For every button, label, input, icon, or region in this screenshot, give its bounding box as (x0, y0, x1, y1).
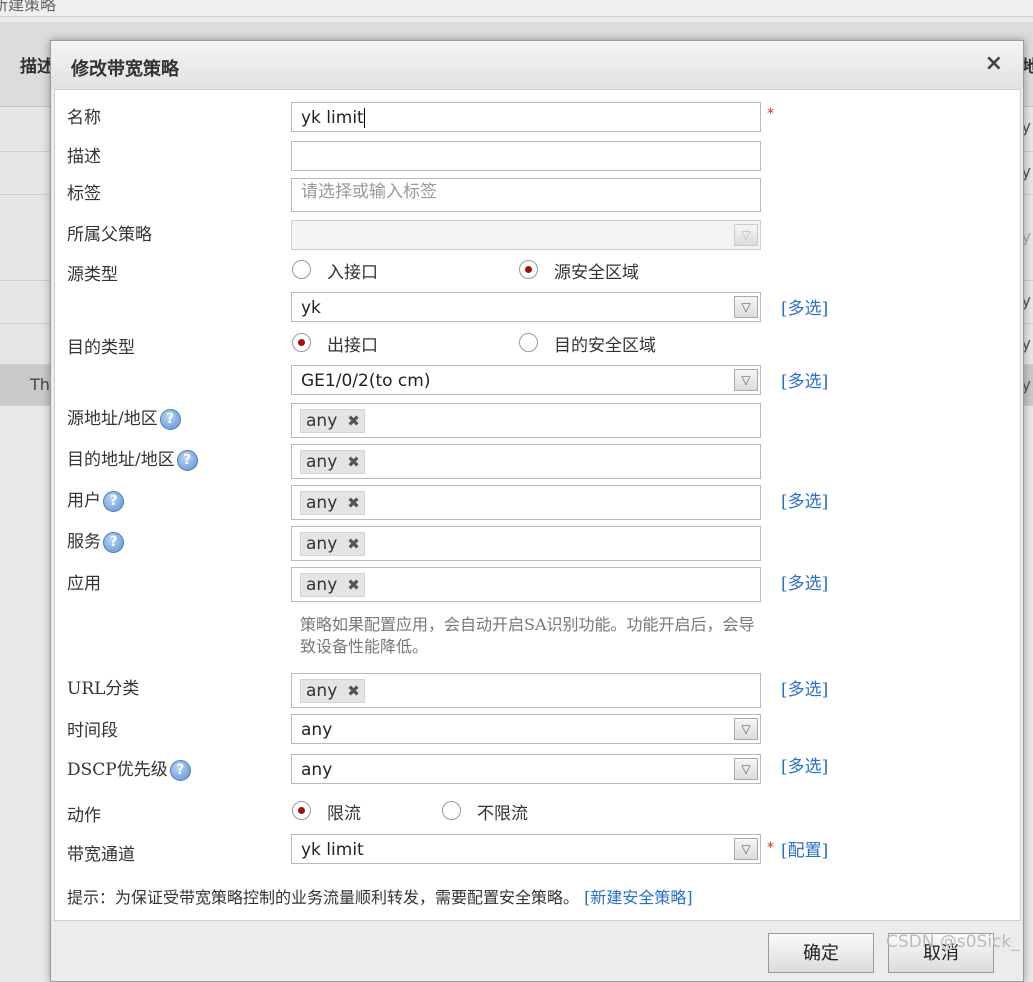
dest-address-tag: any ✖ (300, 450, 365, 474)
application-note: 策略如果配置应用，会自动开启SA识别功能。功能开启后，会导致设备性能降低。 (300, 615, 755, 656)
dest-interface-select[interactable]: GE1/0/2(to cm) ▽ (291, 365, 761, 395)
dest-zone-label: 目的安全区域 (554, 336, 656, 356)
ok-button[interactable]: 确定 (768, 933, 874, 973)
user-label: 用户? (67, 486, 124, 512)
remove-icon[interactable]: ✖ (347, 453, 360, 471)
tags-input[interactable]: 请选择或输入标签 (291, 178, 761, 212)
edit-bandwidth-policy-dialog: 修改带宽策略 × 名称 yk limit * 描述 标签 请选择或输入标签 所属… (50, 40, 1024, 982)
dest-address-input[interactable]: any ✖ (291, 444, 761, 479)
time-range-label: 时间段 (67, 721, 118, 741)
remove-icon[interactable]: ✖ (347, 576, 360, 594)
help-icon[interactable]: ? (159, 409, 181, 430)
text-caret (363, 108, 365, 128)
source-zone-select[interactable]: yk ▽ (291, 292, 761, 322)
chevron-down-icon[interactable]: ▽ (734, 838, 758, 860)
dest-interface-multi-select-link[interactable]: [多选] (781, 367, 828, 392)
url-category-input[interactable]: any ✖ (291, 673, 761, 708)
parent-policy-label: 所属父策略 (67, 225, 152, 245)
chevron-down-icon[interactable]: ▽ (734, 296, 758, 318)
dialog-body: 名称 yk limit * 描述 标签 请选择或输入标签 所属父策略 ▽ 源类型… (54, 89, 1021, 921)
dest-interface-radio[interactable] (292, 333, 311, 352)
dest-interface-value: GE1/0/2(to cm) (301, 371, 431, 391)
background-top-bar: 新建策略 (0, 0, 1033, 17)
url-category-label: URL分类 (67, 679, 140, 699)
source-interface-radio[interactable] (292, 260, 311, 279)
bandwidth-channel-config-link[interactable]: [配置] (781, 836, 828, 861)
action-limit-radio[interactable] (292, 801, 311, 820)
application-label: 应用 (67, 574, 101, 594)
application-tag: any ✖ (300, 573, 365, 597)
watermark: CSDN @s0Sick_ (886, 932, 1020, 952)
name-value: yk limit (301, 108, 364, 128)
description-input[interactable] (291, 141, 761, 171)
source-interface-label: 入接口 (327, 263, 378, 283)
parent-policy-select: ▽ (291, 220, 761, 250)
chevron-down-icon: ▽ (734, 224, 758, 246)
dest-interface-label: 出接口 (327, 336, 378, 356)
application-multi-select-link[interactable]: [多选] (781, 569, 828, 594)
action-limit-label: 限流 (327, 804, 361, 824)
dscp-value: any (301, 760, 333, 780)
tip-text: 提示：为保证受带宽策略控制的业务流量顺利转发，需要配置安全策略。 (67, 888, 580, 907)
url-category-multi-select-link[interactable]: [多选] (781, 675, 828, 700)
user-input[interactable]: any ✖ (291, 485, 761, 520)
source-type-label: 源类型 (67, 265, 118, 285)
dialog-title: 修改带宽策略 (71, 59, 179, 80)
background-header-left: 描述 (20, 57, 54, 77)
user-multi-select-link[interactable]: [多选] (781, 487, 828, 512)
source-zone-label: 源安全区域 (554, 263, 639, 283)
action-nolimit-label: 不限流 (477, 804, 528, 824)
time-range-value: any (301, 720, 333, 740)
application-input[interactable]: any ✖ (291, 567, 761, 602)
tags-placeholder: 请选择或输入标签 (301, 182, 437, 202)
url-category-tag: any ✖ (300, 679, 365, 703)
source-zone-value: yk (301, 298, 321, 318)
help-icon[interactable]: ? (103, 491, 124, 512)
background-top-label: 新建策略 (0, 0, 57, 14)
source-address-tag: any ✖ (300, 409, 365, 433)
action-nolimit-radio[interactable] (442, 801, 461, 820)
dest-zone-radio[interactable] (519, 333, 538, 352)
bandwidth-channel-select[interactable]: yk limit ▽ (291, 834, 761, 864)
action-label: 动作 (67, 806, 101, 826)
service-label: 服务? (67, 527, 124, 553)
dialog-header: 修改带宽策略 × (51, 41, 1023, 89)
dscp-select[interactable]: any ▽ (291, 754, 761, 784)
description-label: 描述 (67, 147, 101, 167)
required-mark: * (767, 840, 774, 856)
chevron-down-icon[interactable]: ▽ (734, 718, 758, 740)
name-label: 名称 (67, 108, 101, 128)
help-icon[interactable]: ? (176, 450, 198, 471)
remove-icon[interactable]: ✖ (347, 535, 360, 553)
source-address-label: 源地址/地区? (67, 404, 181, 430)
source-zone-radio[interactable] (519, 260, 538, 279)
bandwidth-channel-label: 带宽通道 (67, 845, 135, 865)
close-icon[interactable]: × (985, 51, 1003, 76)
time-range-select[interactable]: any ▽ (291, 714, 761, 744)
dest-type-label: 目的类型 (67, 338, 135, 358)
security-policy-tip: 提示：为保证受带宽策略控制的业务流量顺利转发，需要配置安全策略。 [新建安全策略… (67, 884, 693, 908)
remove-icon[interactable]: ✖ (347, 412, 360, 430)
service-tag: any ✖ (300, 532, 365, 556)
new-security-policy-link[interactable]: [新建安全策略] (584, 888, 693, 907)
dscp-multi-select-link[interactable]: [多选] (781, 752, 828, 777)
required-mark: * (767, 106, 774, 122)
help-icon[interactable]: ? (169, 760, 191, 781)
service-input[interactable]: any ✖ (291, 526, 761, 561)
help-icon[interactable]: ? (103, 532, 124, 553)
source-zone-multi-select-link[interactable]: [多选] (781, 294, 828, 319)
remove-icon[interactable]: ✖ (347, 494, 360, 512)
dscp-label: DSCP优先级? (67, 755, 191, 781)
tags-label: 标签 (67, 184, 101, 204)
source-address-input[interactable]: any ✖ (291, 403, 761, 438)
remove-icon[interactable]: ✖ (347, 682, 360, 700)
bandwidth-channel-value: yk limit (301, 840, 364, 860)
chevron-down-icon[interactable]: ▽ (734, 758, 758, 780)
user-tag: any ✖ (300, 491, 365, 515)
name-input[interactable]: yk limit (291, 102, 761, 132)
chevron-down-icon[interactable]: ▽ (734, 369, 758, 391)
dest-address-label: 目的地址/地区? (67, 445, 198, 471)
